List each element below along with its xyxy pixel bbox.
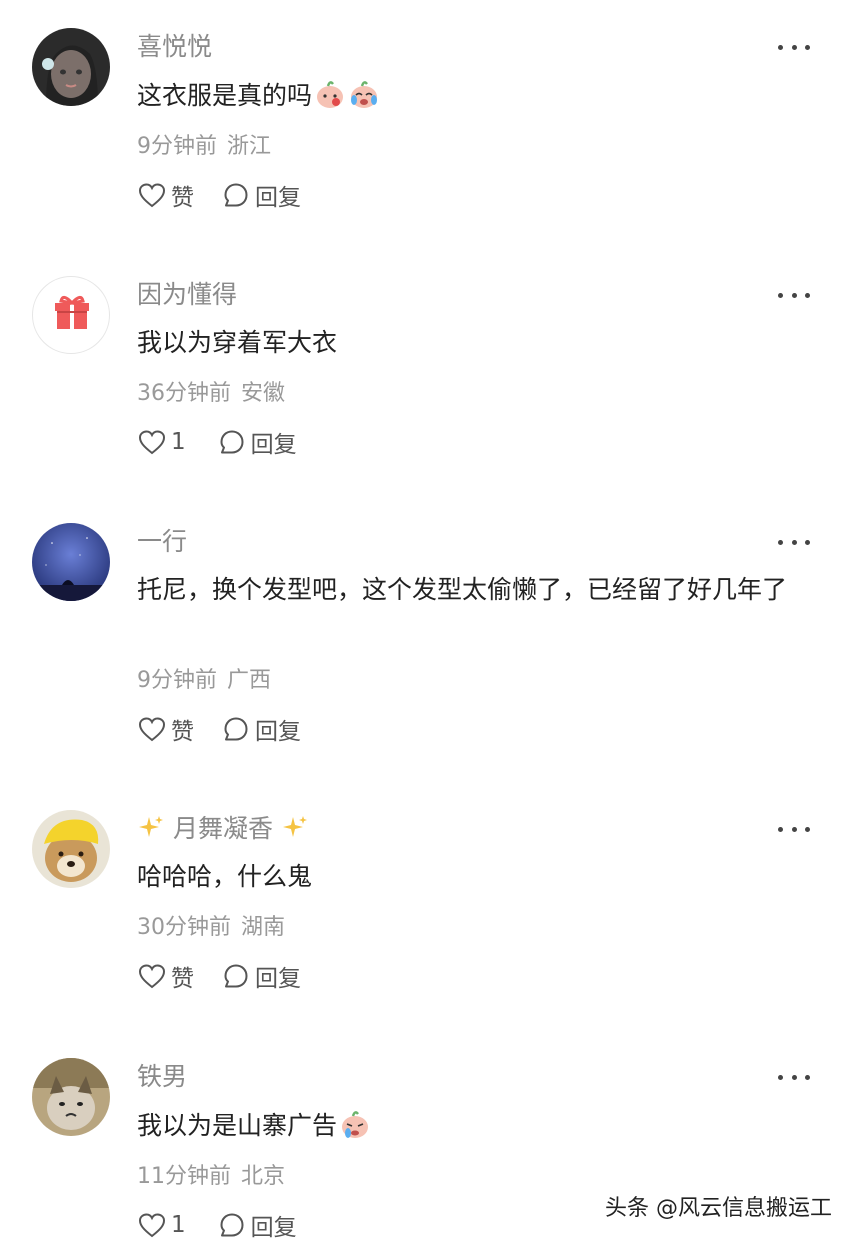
comment-meta: 9分钟前 浙江 — [137, 132, 271, 162]
more-options-button[interactable] — [778, 824, 810, 834]
timestamp: 30分钟前 — [137, 915, 231, 940]
reply-button[interactable]: 回复 — [218, 425, 297, 459]
heart-outline-icon — [138, 1213, 166, 1238]
comment-meta: 36分钟前 安徽 — [137, 379, 285, 409]
like-button[interactable]: 赞 — [137, 959, 194, 993]
more-options-button[interactable] — [778, 42, 810, 52]
crying-emoji-icon — [342, 1111, 369, 1138]
reply-button[interactable]: 回复 — [222, 178, 301, 212]
heart-outline-icon — [138, 964, 166, 989]
like-button[interactable]: 赞 — [137, 712, 194, 746]
comment-meta: 11分钟前 北京 — [137, 1162, 285, 1192]
sparkle-icon — [282, 816, 307, 837]
cry-laugh-emoji-icon — [351, 81, 378, 108]
comment-meta: 9分钟前 广西 — [137, 666, 271, 696]
heart-outline-icon — [138, 183, 166, 208]
avatar[interactable] — [32, 523, 110, 601]
speech-bubble-icon — [220, 1213, 244, 1237]
avatar[interactable] — [32, 1058, 110, 1136]
speech-bubble-icon — [224, 183, 248, 207]
username[interactable]: 因为懂得 — [137, 278, 237, 312]
speech-bubble-icon — [220, 430, 244, 454]
reply-label: 回复 — [250, 1215, 297, 1241]
username[interactable]: 一行 — [137, 525, 187, 559]
avatar[interactable] — [32, 810, 110, 888]
comment-text: 托尼，换个发型吧，这个发型太偷懒了，已经留了好几年了 — [137, 575, 788, 604]
timestamp: 9分钟前 — [137, 134, 217, 159]
sparkle-icon — [139, 816, 163, 837]
speech-bubble-icon — [224, 964, 248, 988]
avatar[interactable] — [32, 276, 110, 354]
comment-actions: 赞 回复 — [137, 959, 301, 993]
more-options-button[interactable] — [778, 290, 810, 300]
comment-actions: 赞 回复 — [137, 712, 301, 746]
heart-outline-icon — [138, 717, 166, 742]
comment-actions: 赞 回复 — [137, 178, 301, 212]
speech-bubble-icon — [224, 717, 248, 741]
like-count: 1 — [171, 1212, 186, 1238]
like-button[interactable]: 1 — [137, 428, 186, 456]
reply-label: 回复 — [255, 719, 301, 745]
comment-meta: 30分钟前 湖南 — [137, 913, 285, 943]
comment-text: 我以为穿着军大衣 — [137, 328, 338, 357]
reply-button[interactable]: 回复 — [222, 959, 301, 993]
location: 安徽 — [241, 381, 286, 406]
comment-text: 我以为是山寨广告 — [137, 1105, 817, 1147]
reply-label: 回复 — [255, 966, 301, 992]
more-dots-icon — [778, 826, 783, 832]
comment-text: 这衣服是真的吗 — [137, 75, 817, 117]
more-dots-icon — [778, 539, 783, 545]
like-button[interactable]: 1 — [137, 1211, 186, 1239]
like-label: 赞 — [171, 185, 194, 211]
heart-outline-icon — [138, 430, 166, 455]
avatar[interactable] — [32, 28, 110, 106]
username[interactable]: 喜悦悦 — [137, 30, 212, 64]
location: 广西 — [227, 668, 272, 693]
more-dots-icon — [778, 292, 783, 298]
reply-label: 回复 — [250, 432, 297, 458]
like-button[interactable]: 赞 — [137, 178, 194, 212]
like-label: 赞 — [171, 719, 194, 745]
location: 湖南 — [241, 915, 286, 940]
comment-actions: 1 回复 — [137, 1208, 297, 1242]
username[interactable]: 月舞凝香 — [137, 812, 309, 846]
location: 浙江 — [227, 134, 272, 159]
gift-icon — [55, 296, 89, 329]
timestamp: 36分钟前 — [137, 381, 231, 406]
more-options-button[interactable] — [778, 537, 810, 547]
comment-text: 哈哈哈，什么鬼 — [137, 862, 313, 891]
reply-label: 回复 — [255, 185, 301, 211]
reply-button[interactable]: 回复 — [218, 1208, 297, 1242]
more-dots-icon — [778, 44, 783, 50]
location: 北京 — [241, 1164, 286, 1189]
username[interactable]: 铁男 — [137, 1060, 187, 1094]
more-dots-icon — [778, 1074, 783, 1080]
timestamp: 9分钟前 — [137, 668, 217, 693]
blush-emoji-icon — [317, 81, 344, 108]
more-options-button[interactable] — [778, 1072, 810, 1082]
like-count: 1 — [171, 429, 186, 455]
timestamp: 11分钟前 — [137, 1164, 231, 1189]
watermark: 头条 @风云信息搬运工 — [605, 1196, 832, 1221]
comment-actions: 1 回复 — [137, 425, 297, 459]
like-label: 赞 — [171, 966, 194, 992]
reply-button[interactable]: 回复 — [222, 712, 301, 746]
